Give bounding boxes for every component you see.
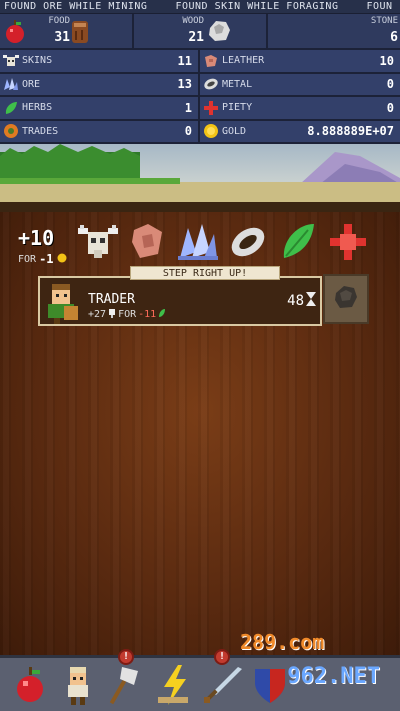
resource-wood[interactable]: WOOD 21 — [134, 14, 268, 48]
stat-piety[interactable]: PIETY 0 — [200, 97, 400, 121]
leather-icon — [200, 54, 222, 68]
ore-icon[interactable] — [176, 220, 220, 264]
apple-button[interactable] — [8, 661, 52, 709]
event-ticker: FOUND ORE WHILE MINING FOUND SKIN WHILE … — [0, 0, 400, 14]
trader-timer: 48 — [287, 292, 316, 310]
trader-count: 48 — [287, 293, 304, 309]
stat-label: GOLD — [222, 125, 247, 137]
resource-value: 31 — [54, 30, 70, 45]
bonus-amount: +10 — [18, 226, 55, 250]
watermark-top: 289.com — [240, 630, 325, 654]
stat-label: PIETY — [222, 102, 253, 114]
sword-button[interactable]: ! — [200, 648, 244, 709]
alert-badge: ! — [118, 648, 134, 665]
trades-icon — [0, 123, 22, 139]
piety-icon[interactable] — [326, 220, 370, 264]
trader-card[interactable]: STEP RIGHT UP! TRADER +27 FOR -11 48 — [38, 266, 322, 326]
villager-button[interactable] — [56, 661, 100, 709]
stat-skins[interactable]: SKINS 11 — [0, 50, 200, 74]
apple-icon — [4, 20, 26, 48]
trade-item-slot[interactable] — [323, 274, 369, 324]
primary-resources: FOOD 31 WOOD 21 STONE 6 — [0, 14, 400, 50]
stat-metal[interactable]: METAL 0 — [200, 73, 400, 97]
trader-gain: +27 — [88, 309, 107, 320]
resource-panel: FOOD 31 WOOD 21 STONE 6 SKINS 11 LEATHER — [0, 14, 400, 144]
stat-ore[interactable]: ORE 13 — [0, 73, 200, 97]
resource-value: 6 — [390, 30, 398, 45]
stat-value: 0 — [184, 124, 192, 139]
ticker-message: FOUND ORE WHILE MINING — [4, 1, 148, 12]
stat-label: ORE — [22, 78, 41, 90]
stat-value: 10 — [379, 53, 394, 68]
trader-deal: +27 FOR -11 — [88, 308, 166, 321]
skull-icon[interactable] — [76, 220, 120, 264]
gold-coin-icon — [57, 253, 67, 266]
piety-icon — [200, 100, 222, 115]
stat-herbs[interactable]: HERBS 1 — [0, 97, 200, 121]
action-toolbar: ! ! 962.NET — [0, 648, 400, 711]
watermark-bottom: 962.NET — [287, 664, 380, 689]
stat-trades[interactable]: TRADES 0 — [0, 120, 200, 144]
resource-label: FOOD — [48, 16, 70, 26]
stat-label: HERBS — [22, 102, 53, 114]
trade-board: +10 FOR -1 STEP RIGHT UP! TRADER +27 FOR… — [0, 212, 400, 655]
stat-value: 0 — [386, 100, 394, 115]
axe-button[interactable]: ! — [104, 648, 148, 709]
skull-icon — [108, 308, 116, 321]
herb-icon — [158, 308, 166, 321]
ticker-message: FOUND SKIN WHILE FORAGING — [175, 1, 339, 12]
hourglass-icon — [306, 292, 316, 310]
stat-value: 0 — [386, 77, 394, 92]
trader-name: TRADER — [88, 292, 135, 307]
stat-leather[interactable]: LEATHER 10 — [200, 50, 400, 74]
stat-value: 8.888889E+07 — [307, 124, 394, 139]
shield-button[interactable] — [248, 661, 292, 709]
stone-icon — [332, 283, 360, 315]
resource-value: 21 — [188, 30, 204, 45]
resource-label: WOOD — [182, 16, 204, 26]
trader-for-label: FOR — [118, 309, 137, 320]
metal-icon — [200, 77, 222, 91]
stat-gold[interactable]: GOLD 8.888889E+07 — [200, 120, 400, 144]
stat-value: 1 — [184, 100, 192, 115]
stat-label: METAL — [222, 78, 253, 90]
metal-icon[interactable] — [226, 220, 270, 264]
ore-icon — [0, 77, 22, 91]
gold-coin-icon — [200, 123, 222, 139]
alert-badge: ! — [214, 648, 230, 665]
stat-label: LEATHER — [222, 55, 265, 67]
leather-icon[interactable] — [126, 220, 170, 264]
resource-stone[interactable]: STONE 6 — [268, 14, 400, 48]
trader-cost: -11 — [138, 309, 157, 320]
ticker-message: FOUN — [366, 1, 393, 12]
sign-title: STEP RIGHT UP! — [130, 266, 280, 280]
for-label: FOR — [18, 253, 37, 265]
trade-bonus[interactable]: +10 FOR -1 — [18, 226, 82, 266]
stat-value: 11 — [177, 53, 192, 68]
trader-avatar — [42, 280, 82, 324]
log-icon — [70, 19, 90, 49]
resource-food[interactable]: FOOD 31 — [0, 14, 134, 48]
stone-icon — [206, 18, 232, 48]
lightning-button[interactable] — [152, 661, 196, 709]
herb-icon — [0, 101, 22, 115]
for-value: -1 — [39, 252, 54, 266]
stat-label: SKINS — [22, 55, 53, 67]
secondary-resources: SKINS 11 LEATHER 10 ORE 13 METAL 0 HERBS… — [0, 50, 400, 144]
herb-icon[interactable] — [276, 220, 320, 264]
stat-value: 13 — [177, 77, 192, 92]
bonus-cost: FOR -1 — [18, 252, 82, 266]
trade-offer-row — [76, 220, 370, 264]
landscape-scene — [0, 144, 400, 212]
skull-icon — [0, 54, 22, 68]
stat-label: TRADES — [22, 125, 59, 137]
resource-label: STONE — [370, 16, 398, 26]
